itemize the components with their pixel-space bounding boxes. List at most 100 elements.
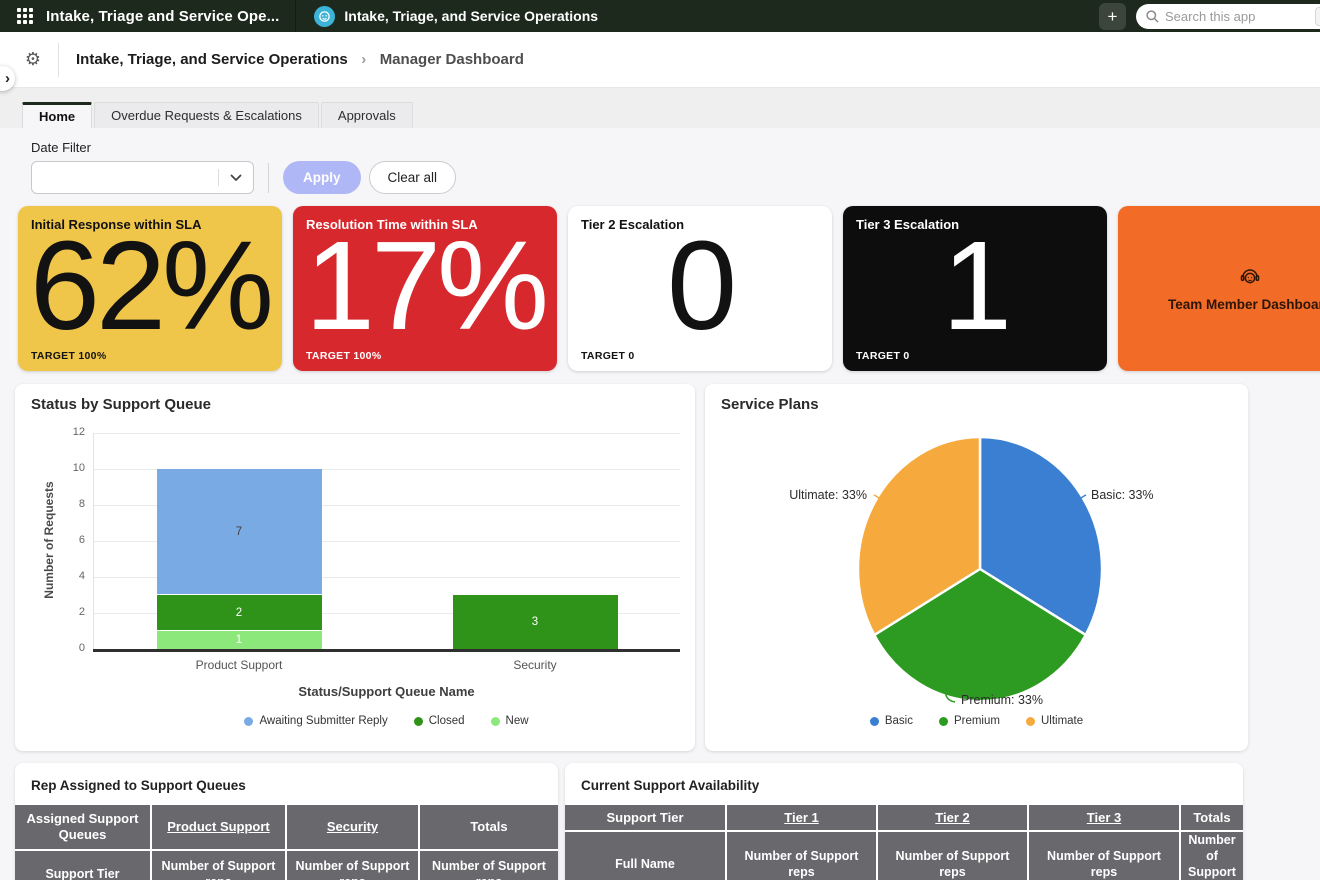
column-header-product-support[interactable]: Product Support xyxy=(152,805,285,849)
breadcrumb-current-page: Manager Dashboard xyxy=(380,51,524,68)
x-axis-category-label: Product Support xyxy=(139,658,339,672)
breadcrumb: Intake, Triage, and Service Operations ›… xyxy=(76,51,524,69)
column-header-totals: Totals xyxy=(1181,805,1243,830)
subheader-cell-number-of-support-reps: Number of Support reps xyxy=(152,851,285,880)
subheader-cell-number-of-support-reps: Number of Support reps xyxy=(727,832,876,880)
y-axis-tick-label: 10 xyxy=(55,462,85,474)
x-axis-category-label: Security xyxy=(435,658,635,672)
subheader-cell-full-name: Full Name xyxy=(565,832,725,880)
team-member-dashboard-card[interactable]: Team Member Dashboard xyxy=(1118,206,1320,371)
subheader-cell-number-of-support-reps: Number of Support reps xyxy=(420,851,558,880)
kpi-target: TARGET 0 xyxy=(856,350,910,362)
pie-slice-label: Premium: 33% xyxy=(961,693,1043,707)
kpi-target: TARGET 100% xyxy=(306,350,381,362)
column-header-tier-2[interactable]: Tier 2 xyxy=(878,805,1027,830)
subheader-cell-support-tier: Support Tier xyxy=(15,851,150,880)
column-header-security[interactable]: Security xyxy=(287,805,418,849)
availability-table-card: Current Support Availability Support Tie… xyxy=(565,763,1243,880)
rep-table-card: Rep Assigned to Support Queues Assigned … xyxy=(15,763,558,880)
breadcrumb-app-link[interactable]: Intake, Triage, and Service Operations xyxy=(76,51,348,68)
bar-segment-value: 3 xyxy=(532,616,538,628)
y-axis-tick-label: 2 xyxy=(55,606,85,618)
kpi-value: 17% xyxy=(293,222,557,349)
app-avatar-icon xyxy=(314,6,335,27)
bar-segment-value: 2 xyxy=(236,607,242,619)
bar-segment-value: 1 xyxy=(236,634,242,646)
legend-dot xyxy=(244,717,253,726)
team-member-dashboard-label: Team Member Dashboard xyxy=(1168,297,1320,312)
date-filter-label: Date Filter xyxy=(31,140,1320,155)
bar-segment-product-support-new[interactable]: 1 xyxy=(157,631,322,649)
tab-overdue-requests-escalations[interactable]: Overdue Requests & Escalations xyxy=(94,102,319,128)
column-header-tier-1[interactable]: Tier 1 xyxy=(727,805,876,830)
chevron-down-icon xyxy=(219,174,253,182)
kpi-row: Initial Response within SLA62%TARGET 100… xyxy=(18,206,1320,371)
column-header-support-tier: Support Tier xyxy=(565,805,725,830)
plot-left-border xyxy=(93,433,94,649)
breadcrumb-divider xyxy=(58,43,59,77)
app-switcher-button[interactable] xyxy=(10,0,40,32)
gear-icon: ⚙ xyxy=(25,49,41,70)
open-app-tab[interactable]: Intake, Triage, and Service Operations xyxy=(296,0,616,32)
bar-chart-card: Status by Support Queue Number of Reques… xyxy=(15,384,695,751)
subheader-cell-number-of-support-reps: Number of Support reps xyxy=(287,851,418,880)
kpi-card-tier-2-escalation[interactable]: Tier 2 Escalation0TARGET 0 xyxy=(568,206,832,371)
y-axis-tick-label: 4 xyxy=(55,570,85,582)
x-axis-line xyxy=(93,649,680,652)
bar-chart-y-axis-title: Number of Requests xyxy=(42,432,56,648)
open-app-tab-label: Intake, Triage, and Service Operations xyxy=(344,8,598,24)
kpi-card-resolution-time-within-sla[interactable]: Resolution Time within SLA17%TARGET 100% xyxy=(293,206,557,371)
legend-item-awaiting-submitter-reply: Awaiting Submitter Reply xyxy=(244,715,387,727)
dashboard-content: Date Filter Apply Clear all Initial Resp… xyxy=(0,128,1320,880)
search-placeholder: Search this app xyxy=(1165,9,1309,24)
search-icon xyxy=(1146,10,1159,23)
bar-segment-product-support-awaiting-submitter-reply[interactable]: 7 xyxy=(157,469,322,595)
legend-label: Closed xyxy=(429,715,465,727)
subheader-cell-number-of-support-reps: Number of Support reps xyxy=(1181,832,1243,880)
column-header-tier-3[interactable]: Tier 3 xyxy=(1029,805,1179,830)
bar-segment-security-closed[interactable]: 3 xyxy=(453,595,618,649)
search-input[interactable]: Search this app ⌘ xyxy=(1136,4,1320,29)
kpi-value: 1 xyxy=(843,222,1107,349)
filter-row: Apply Clear all xyxy=(31,161,1320,194)
y-axis-tick-label: 12 xyxy=(55,426,85,438)
gridline xyxy=(93,433,680,434)
legend-item-closed: Closed xyxy=(414,715,465,727)
bar-chart-x-axis-title: Status/Support Queue Name xyxy=(93,684,680,699)
bar-chart-title: Status by Support Queue xyxy=(31,396,211,413)
apply-button[interactable]: Apply xyxy=(283,161,361,194)
rep-table-title: Rep Assigned to Support Queues xyxy=(15,763,558,805)
subheader-cell-number-of-support-reps: Number of Support reps xyxy=(1029,832,1179,880)
filter-separator xyxy=(268,163,269,193)
clear-all-button[interactable]: Clear all xyxy=(369,161,457,194)
breadcrumb-separator-icon: › xyxy=(361,51,366,68)
kpi-target: TARGET 0 xyxy=(581,350,635,362)
search-shortcut-badge: ⌘ xyxy=(1315,7,1320,26)
dashboard-tabstrip: HomeOverdue Requests & EscalationsApprov… xyxy=(0,102,1320,128)
rep-table: Assigned Support QueuesProduct SupportSe… xyxy=(15,805,558,880)
date-filter-value xyxy=(32,177,218,178)
legend-dot xyxy=(414,717,423,726)
kpi-card-tier-3-escalation[interactable]: Tier 3 Escalation1TARGET 0 xyxy=(843,206,1107,371)
pie-chart-card: Service Plans BasicPremiumUltimate Basic… xyxy=(705,384,1248,751)
tables-row: Rep Assigned to Support Queues Assigned … xyxy=(15,763,1320,880)
date-filter-select[interactable] xyxy=(31,161,254,194)
legend-label: New xyxy=(506,715,529,727)
subheader-cell-number-of-support-reps: Number of Support reps xyxy=(878,832,1027,880)
breadcrumb-bar: ⚙ Intake, Triage, and Service Operations… xyxy=(0,32,1320,88)
top-app-bar: Intake, Triage and Service Ope... Intake… xyxy=(0,0,1320,32)
add-button[interactable]: + xyxy=(1099,3,1126,30)
kpi-value: 0 xyxy=(568,222,832,349)
legend-dot xyxy=(491,717,500,726)
kpi-card-initial-response-within-sla[interactable]: Initial Response within SLA62%TARGET 100… xyxy=(18,206,282,371)
grid-icon xyxy=(17,8,33,24)
support-agent-icon xyxy=(1238,266,1262,290)
column-header-totals: Totals xyxy=(420,805,558,849)
tab-home[interactable]: Home xyxy=(22,102,92,128)
availability-table: Support TierTier 1Tier 2Tier 3Totals Full… xyxy=(565,805,1243,880)
bar-segment-value: 7 xyxy=(236,526,242,538)
bar-segment-product-support-closed[interactable]: 2 xyxy=(157,595,322,631)
tab-approvals[interactable]: Approvals xyxy=(321,102,413,128)
charts-row: Status by Support Queue Number of Reques… xyxy=(15,384,1320,751)
settings-gear-button[interactable]: ⚙ xyxy=(18,45,48,75)
